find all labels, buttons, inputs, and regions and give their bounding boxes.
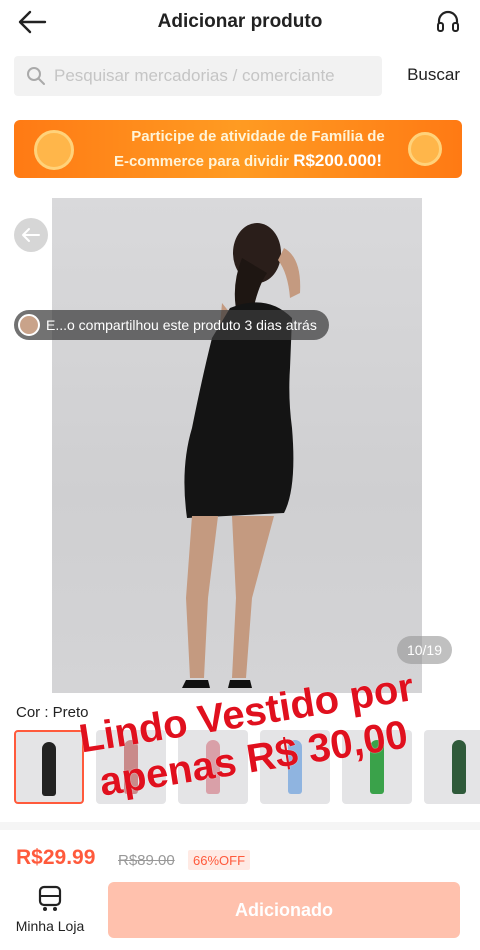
- banner-line2: E-commerce para dividir R$200.000!: [14, 151, 462, 171]
- gallery-prev-button[interactable]: [14, 218, 48, 252]
- header-bar: Adicionar produto: [0, 0, 480, 44]
- image-counter: 10/19: [396, 636, 452, 664]
- page-title: Adicionar produto: [157, 11, 323, 32]
- thumbnail-figure: [206, 740, 220, 794]
- search-box[interactable]: [14, 56, 382, 96]
- share-text: E...o compartilhou este produto 3 dias a…: [46, 317, 317, 333]
- color-thumbnail[interactable]: [96, 730, 166, 804]
- model-silhouette: [182, 223, 301, 688]
- color-thumbnail[interactable]: [260, 730, 330, 804]
- product-gallery[interactable]: E...o compartilhou este produto 3 dias a…: [0, 198, 480, 693]
- color-thumbnail[interactable]: [14, 730, 84, 804]
- avatar: [18, 314, 40, 336]
- search-icon: [27, 67, 45, 85]
- product-photo[interactable]: [52, 198, 422, 693]
- headset-icon: [437, 10, 459, 32]
- add-button[interactable]: Adicionado: [108, 882, 460, 938]
- thumbnail-figure: [124, 740, 138, 794]
- share-notice: E...o compartilhou este produto 3 dias a…: [14, 310, 329, 340]
- search-input[interactable]: [54, 66, 374, 86]
- current-price: R$29.99: [16, 846, 96, 869]
- divider: [0, 822, 480, 830]
- color-thumbnail[interactable]: [342, 730, 412, 804]
- thumbnail-figure: [452, 740, 466, 794]
- thumbnail-figure: [42, 742, 56, 796]
- color-thumbnail[interactable]: [424, 730, 480, 804]
- store-icon: [38, 885, 62, 911]
- my-store-button[interactable]: Minha Loja: [12, 884, 88, 940]
- search-button[interactable]: Buscar: [407, 65, 460, 85]
- banner-amount: R$200.000!: [293, 151, 383, 170]
- thumbnail-figure: [370, 740, 384, 794]
- banner-line2-prefix: E-commerce para dividir: [113, 153, 294, 170]
- promo-banner[interactable]: Participe de atividade de Família de E-c…: [14, 120, 462, 178]
- discount-badge: 66%OFF: [188, 850, 251, 870]
- my-store-label: Minha Loja: [15, 918, 85, 934]
- banner-line1: Participe de atividade de Família de: [131, 128, 385, 145]
- original-price: R$89.00: [118, 852, 175, 869]
- color-thumbnail[interactable]: [178, 730, 248, 804]
- customer-service-button[interactable]: [432, 6, 464, 38]
- thumbnail-figure: [288, 740, 302, 794]
- color-thumbnails: [14, 730, 480, 804]
- search-row: Buscar: [0, 54, 480, 98]
- color-label: Cor : Preto: [16, 704, 89, 721]
- arrow-left-icon: [22, 228, 40, 242]
